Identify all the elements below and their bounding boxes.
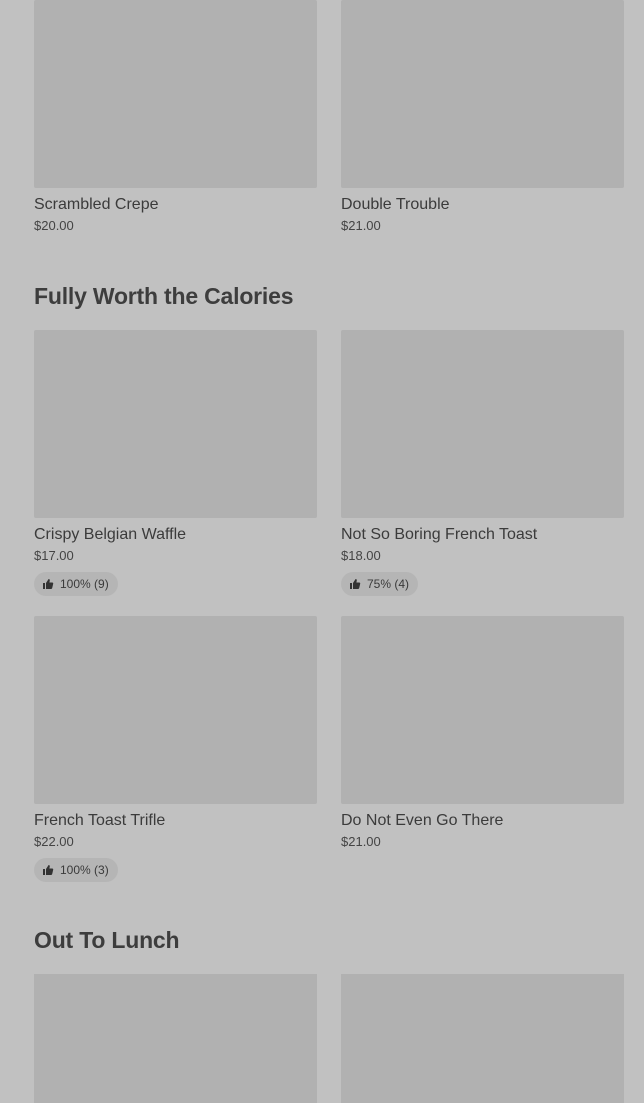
rating-badge: 75% (4) xyxy=(341,572,419,596)
menu-item-card[interactable]: Not So Boring French Toast $18.00 75% (4… xyxy=(341,330,624,596)
menu-item-card[interactable]: Crispy Belgian Waffle $17.00 100% (9) xyxy=(34,330,317,596)
menu-item-name: Not So Boring French Toast xyxy=(341,526,538,543)
thumbs-up-icon xyxy=(350,579,361,589)
menu-item-image xyxy=(34,330,317,518)
section-title: Out To Lunch xyxy=(34,927,180,953)
menu-item-price: $22.00 xyxy=(34,834,74,849)
menu-item-image xyxy=(34,0,317,188)
menu-item-name: Do Not Even Go There xyxy=(341,812,504,829)
menu-item-image[interactable] xyxy=(34,974,317,1103)
rating-badge: 100% (9) xyxy=(34,572,118,596)
menu-item-price: $20.00 xyxy=(34,218,74,233)
menu-item-price: $21.00 xyxy=(341,218,381,233)
menu-item-card[interactable]: French Toast Trifle $22.00 100% (3) xyxy=(34,616,317,882)
menu-item-card[interactable]: Do Not Even Go There $21.00 xyxy=(341,616,624,851)
menu-item-price: $21.00 xyxy=(341,834,381,849)
menu-page: Scrambled Crepe $20.00 Double Trouble $2… xyxy=(0,0,644,1103)
menu-item-name: Crispy Belgian Waffle xyxy=(34,526,187,543)
rating-badge: 100% (3) xyxy=(34,858,118,882)
menu-item-name: Double Trouble xyxy=(341,196,450,213)
menu-item-name: French Toast Trifle xyxy=(34,812,166,829)
menu-item-image xyxy=(34,616,317,804)
rating-text: 100% (3) xyxy=(60,863,109,877)
section-title: Fully Worth the Calories xyxy=(34,283,294,309)
thumbs-up-icon xyxy=(43,579,54,589)
menu-item-image[interactable] xyxy=(341,974,624,1103)
menu-item-price: $17.00 xyxy=(34,548,74,563)
menu-item-name: Scrambled Crepe xyxy=(34,196,159,213)
rating-text: 100% (9) xyxy=(60,577,109,591)
menu-item-price: $18.00 xyxy=(341,548,381,563)
menu-item-image xyxy=(341,330,624,518)
menu-item-card[interactable]: Scrambled Crepe $20.00 xyxy=(34,0,317,235)
menu-item-image xyxy=(341,616,624,804)
menu-item-card[interactable]: Double Trouble $21.00 xyxy=(341,0,624,235)
rating-text: 75% (4) xyxy=(367,577,410,591)
thumbs-up-icon xyxy=(43,865,54,875)
menu-item-image xyxy=(341,0,624,188)
